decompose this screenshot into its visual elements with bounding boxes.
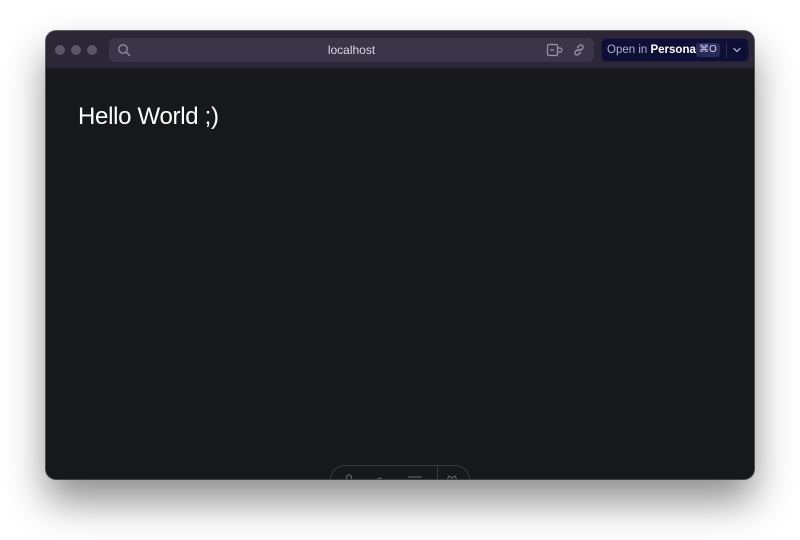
toolbar-divider <box>437 466 438 479</box>
link-icon[interactable] <box>572 43 586 57</box>
menu-icon[interactable] <box>407 475 423 479</box>
close-window-button[interactable] <box>55 45 65 55</box>
open-in-prefix: Open in <box>607 44 648 56</box>
microphone-icon[interactable] <box>343 474 355 479</box>
page-content: Hello World ;) <box>46 69 754 479</box>
open-in-target: Personal <box>650 44 700 56</box>
shortcut-badge: ⌘O <box>696 43 720 57</box>
bug-icon[interactable] <box>444 473 460 479</box>
title-bar: localhost Open in Personal ⌘O <box>46 31 754 69</box>
chevron-down-icon[interactable] <box>732 45 742 55</box>
url-text: localhost <box>327 43 376 57</box>
extension-icon[interactable] <box>546 43 563 57</box>
dev-toolbar <box>330 465 470 479</box>
address-bar[interactable]: localhost <box>109 38 594 62</box>
page-heading: Hello World ;) <box>78 103 219 130</box>
button-divider <box>726 42 727 58</box>
open-in-personal-button[interactable]: Open in Personal ⌘O <box>601 38 749 62</box>
zoom-window-button[interactable] <box>87 45 97 55</box>
inspect-icon[interactable] <box>373 474 387 479</box>
minimize-window-button[interactable] <box>71 45 81 55</box>
browser-window: localhost Open in Personal ⌘O Hello Worl… <box>46 31 754 479</box>
open-in-label: Open in Personal <box>607 39 699 61</box>
